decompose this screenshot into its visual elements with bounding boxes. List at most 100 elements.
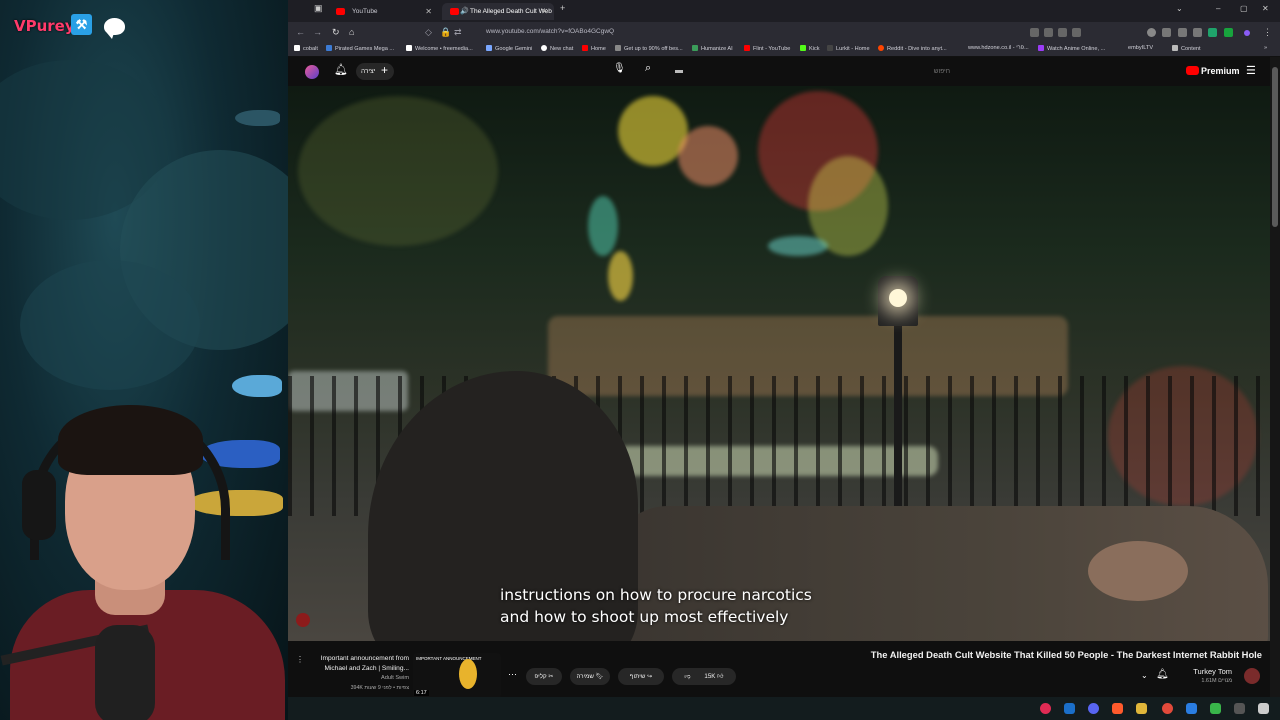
steam-icon[interactable] (1064, 703, 1075, 714)
search-input[interactable] (670, 63, 950, 80)
streamer-panel: VPureyy ⚒ (0, 0, 288, 720)
close-icon[interactable]: ✕ (425, 3, 432, 20)
channel-name[interactable]: Turkey Tom (1193, 667, 1232, 676)
bookmark-item[interactable]: Watch Anime Online, ... (1038, 45, 1105, 52)
bookmark-icon (827, 45, 833, 51)
account-avatar[interactable] (305, 65, 319, 79)
video-info-bar: ⋮ Important announcement from Michael an… (288, 641, 1270, 699)
channel-watermark[interactable] (296, 613, 310, 627)
extension-icon[interactable] (1162, 28, 1171, 37)
bookmark-item[interactable]: Home (582, 45, 606, 52)
channel-avatar[interactable] (1244, 668, 1260, 684)
bookmark-icon (800, 45, 806, 51)
bookmark-item[interactable]: Content (1172, 45, 1201, 52)
extension-icon[interactable] (1244, 30, 1250, 36)
extension-icon[interactable] (1044, 28, 1053, 37)
close-window-icon[interactable]: ✕ (1262, 4, 1269, 13)
bell-icon[interactable]: 🔔︎ (334, 63, 348, 76)
forward-icon[interactable]: → (313, 27, 322, 37)
star-icon[interactable] (1072, 28, 1081, 37)
more-vert-icon[interactable]: ⋮ (296, 655, 304, 664)
bookmark-item[interactable]: Google Gemini (486, 45, 532, 52)
youtube-premium-logo[interactable]: Premium (1186, 66, 1240, 76)
app-icon[interactable] (1040, 703, 1051, 714)
fish (235, 110, 280, 126)
clip-button[interactable]: קליפ ✂ (526, 668, 562, 685)
extension-icon[interactable] (1030, 28, 1039, 37)
create-button[interactable]: יצירה + (356, 63, 394, 80)
bookmark-item[interactable]: Humanize AI (692, 45, 733, 52)
home-icon[interactable]: ⌂ (349, 27, 354, 37)
like-count[interactable]: 15K (704, 673, 715, 680)
share-button[interactable]: שיתוף ↪ (618, 668, 664, 685)
taskbar (288, 697, 1280, 720)
bookmark-item[interactable]: Lurkit - Home (827, 45, 870, 52)
back-icon[interactable]: ← (296, 27, 305, 37)
bookmark-item[interactable]: New chat (541, 45, 573, 52)
keyboard-icon[interactable] (675, 70, 683, 73)
youtube-favicon-icon (450, 8, 459, 15)
bookmark-item[interactable]: Reddit - Dive into anyt... (878, 45, 947, 52)
search-icon[interactable]: ⌕ (645, 62, 651, 75)
bookmark-item[interactable]: Welcome • freemedia... (406, 45, 473, 52)
tab-youtube[interactable]: YouTube ✕ (328, 3, 438, 20)
recommended-video-card[interactable]: ⋮ Important announcement from Michael an… (293, 653, 503, 699)
bookmarks-overflow-icon[interactable]: » (1264, 45, 1267, 51)
minimize-icon[interactable]: – (1216, 4, 1220, 13)
notification-bell-icon[interactable]: 🔔︎ (1156, 669, 1169, 680)
video-player[interactable]: instructions on how to procure narcotics… (288, 86, 1270, 641)
scroll-thumb[interactable] (1272, 67, 1278, 227)
tree-foliage (298, 96, 498, 246)
bookmark-item[interactable]: www.hdzone.co.il - פרי... (968, 45, 1029, 51)
lock-icon[interactable]: 🔒 (440, 27, 451, 38)
like-icon[interactable]: 👍︎ (717, 673, 723, 680)
bookmark-item[interactable]: cobalt (294, 45, 318, 52)
page-scrollbar[interactable] (1270, 57, 1280, 697)
bokeh-light (588, 196, 618, 256)
browser-icon[interactable] (1112, 703, 1123, 714)
lamp-light (889, 289, 907, 307)
close-icon[interactable]: ✕ (541, 3, 548, 20)
app-icon[interactable] (1210, 703, 1221, 714)
url-field[interactable]: www.youtube.com/watch?v=fOABo4GCgwQ (486, 28, 614, 35)
extension-icon[interactable] (1224, 28, 1233, 37)
more-actions-icon[interactable]: ⋯ (508, 669, 517, 680)
bokeh-light (768, 236, 828, 256)
bookmark-item[interactable]: Get up to 90% off bes... (615, 45, 683, 52)
speaker-icon[interactable]: 🔊 (460, 3, 469, 20)
site-settings-icon[interactable]: ⇄ (454, 27, 462, 38)
folder-icon[interactable] (1136, 703, 1147, 714)
chevron-down-icon[interactable]: ⌄ (1176, 4, 1183, 13)
extension-icon[interactable] (1178, 28, 1187, 37)
tab-bar: ▣ YouTube ✕ 🔊 The Alleged Death Cult Web… (288, 0, 1280, 22)
bookmark-item[interactable]: Pirated Games Mega ... (326, 45, 394, 52)
app-icon[interactable] (1186, 703, 1197, 714)
bookmark-item[interactable]: Flint - YouTube (744, 45, 790, 52)
reload-icon[interactable]: ↻ (332, 27, 340, 38)
shield-icon[interactable]: ◇ (425, 27, 432, 38)
new-tab-icon[interactable]: + (560, 3, 565, 13)
tab-list-icon[interactable]: ▣ (314, 3, 323, 14)
extension-icon[interactable] (1208, 28, 1217, 37)
bookmark-item[interactable]: Kick (800, 45, 820, 52)
hamburger-icon[interactable]: ☰ (1246, 64, 1256, 77)
bookmark-icon (486, 45, 492, 51)
profile-icon[interactable] (1147, 28, 1156, 37)
menu-dots-icon[interactable]: ⋮ (1263, 27, 1272, 38)
app-icon[interactable] (1234, 703, 1245, 714)
app-icon[interactable] (1162, 703, 1173, 714)
tab-video[interactable]: 🔊 The Alleged Death Cult Web ✕ (442, 3, 554, 20)
save-button[interactable]: שמירה 🔖︎ (570, 668, 610, 685)
rec-channel[interactable]: Adult Swim (305, 675, 409, 681)
dislike-icon[interactable]: 👎︎ (684, 673, 690, 680)
maximize-icon[interactable]: ▢ (1240, 4, 1248, 13)
chevron-down-icon[interactable]: ⌄ (1141, 671, 1148, 680)
translate-icon[interactable] (1058, 28, 1067, 37)
bookmark-item[interactable]: embyILTV (1128, 45, 1153, 51)
caption-line: instructions on how to procure narcotics (500, 586, 812, 604)
extension-icon[interactable] (1193, 28, 1202, 37)
discord-icon[interactable] (1088, 703, 1099, 714)
voice-search-icon[interactable]: 🎙︎ (613, 63, 626, 74)
rec-title[interactable]: Important announcement from Michael and … (305, 654, 409, 674)
windows-icon[interactable] (1258, 703, 1269, 714)
